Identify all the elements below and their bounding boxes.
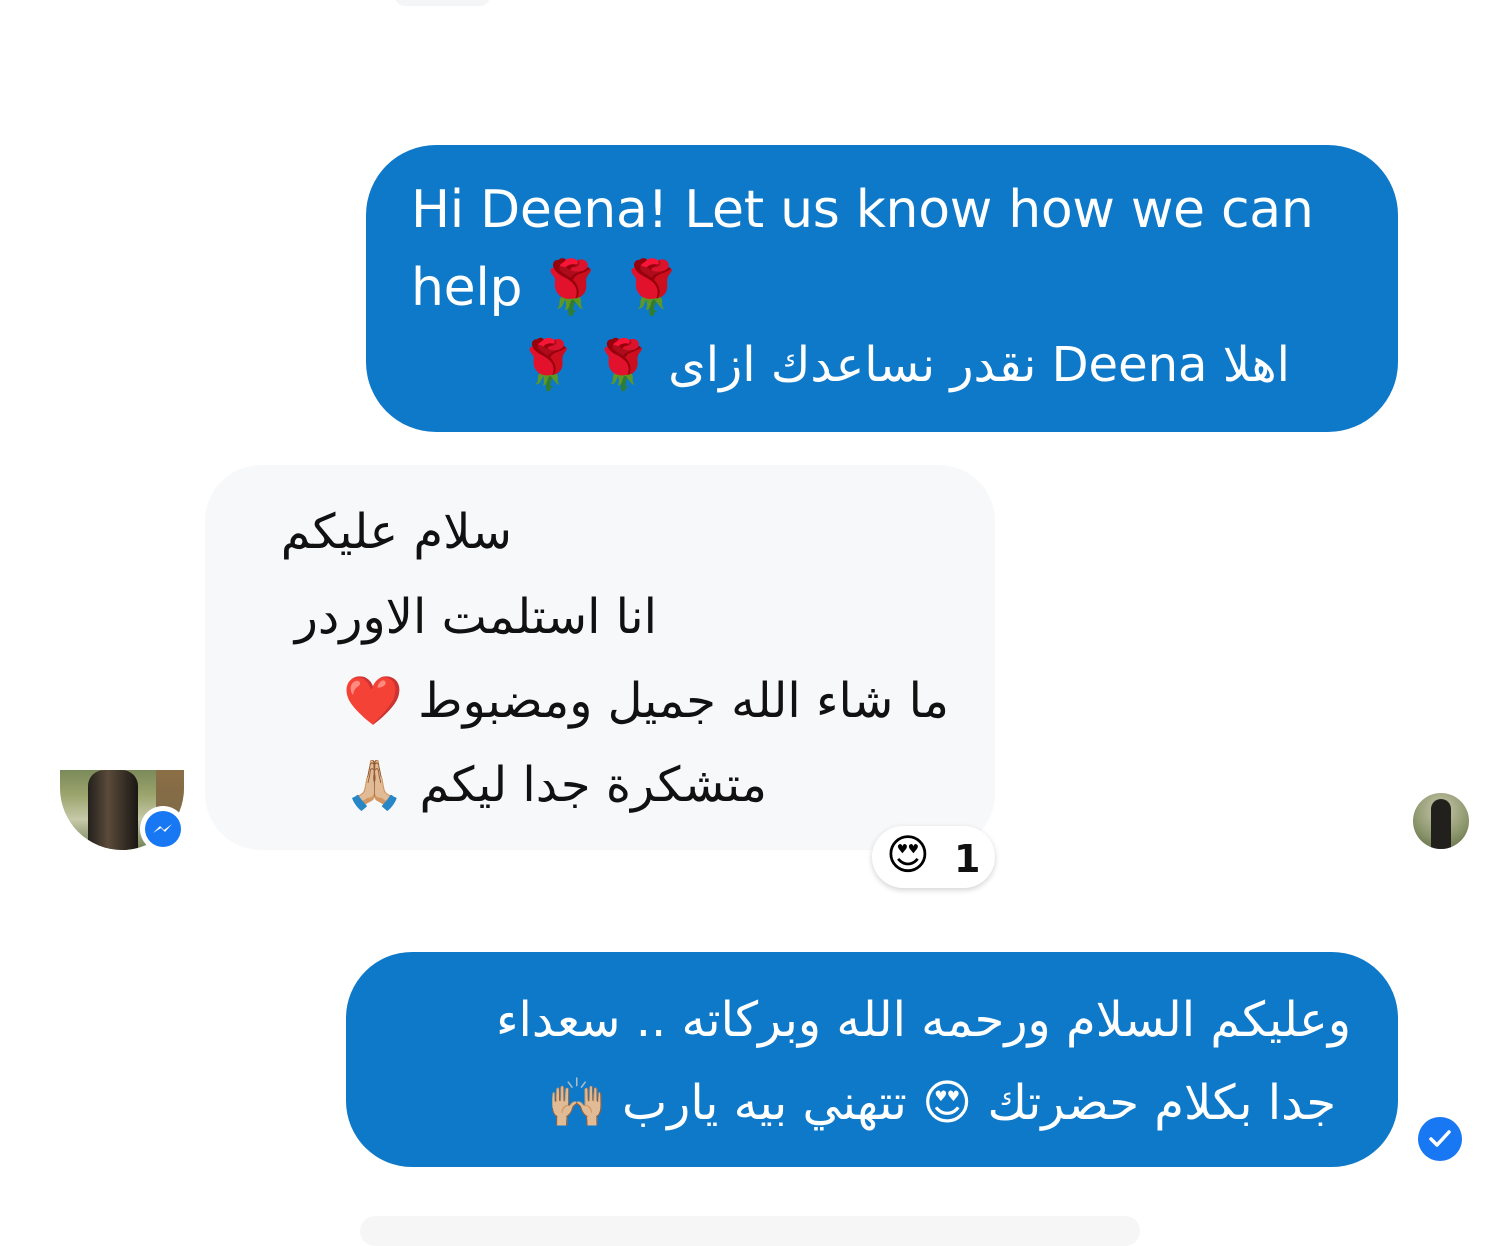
messenger-icon xyxy=(140,806,186,852)
messenger-bolt-icon xyxy=(153,824,172,833)
message-text-line: help 🌹 🌹 xyxy=(411,258,684,318)
message-text-line: وعليكم السلام ورحمه الله وبركاته .. سعدا… xyxy=(495,992,1351,1048)
message-text-line: متشكرة جدا ليكم 🙏🏼 xyxy=(344,757,767,813)
seen-indicator-avatar xyxy=(1413,793,1469,849)
message-text-line: ما شاء الله جميل ومضبوط ❤️ xyxy=(343,673,949,729)
message-text-line: Hi Deena! Let us know how we can xyxy=(411,180,1314,240)
message-text-line: سلام عليكم xyxy=(280,504,512,560)
incoming-message-bubble[interactable]: سلام عليكم انا استلمت الاوردر ما شاء الل… xyxy=(205,465,995,850)
previous-message-bubble-edge xyxy=(395,0,490,6)
heart-eyes-emoji-icon: 😍 xyxy=(886,830,930,879)
outgoing-message-bubble[interactable]: وعليكم السلام ورحمه الله وبركاته .. سعدا… xyxy=(346,952,1398,1167)
message-text-line: انا استلمت الاوردر xyxy=(294,589,657,645)
check-circle-icon xyxy=(1418,1117,1462,1161)
outgoing-message-bubble[interactable]: Hi Deena! Let us know how we can help 🌹 … xyxy=(366,145,1398,432)
message-reaction[interactable]: 😍 1 xyxy=(872,826,995,888)
next-message-bubble-edge xyxy=(360,1216,1140,1246)
avatar-photo-figure xyxy=(88,770,138,850)
check-mark-icon xyxy=(1429,1130,1451,1147)
reaction-count: 1 xyxy=(954,837,981,881)
message-text-line: جدا بكلام حضرتك 😍 تتهني بيه يارب 🙌🏼 xyxy=(546,1075,1336,1131)
avatar-photo-figure xyxy=(1431,799,1451,849)
message-text-line: اهلا Deena نقدر نساعدك ازاى 🌹 🌹 xyxy=(518,337,1290,393)
